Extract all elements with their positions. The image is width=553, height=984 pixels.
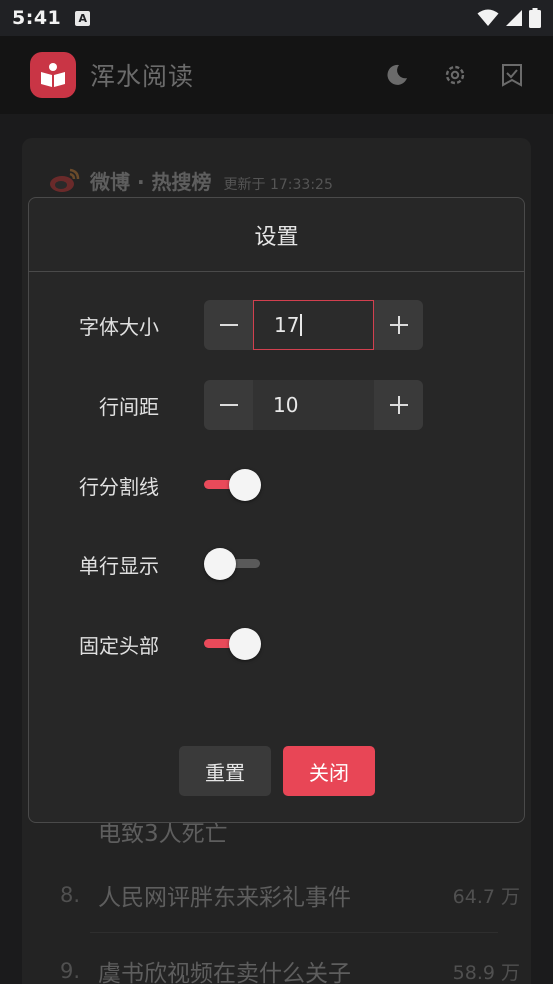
line-spacing-value: 10: [273, 393, 299, 417]
font-size-label: 字体大小: [79, 314, 159, 339]
battery-icon: [529, 8, 541, 28]
line-divider-row: 行分割线: [29, 460, 524, 510]
plus-icon: [389, 316, 408, 334]
settings-dialog: 设置 字体大小 17 行间距 10 行分割线 单行显示 固定头部 重置 关闭: [28, 197, 525, 823]
notification-icon: A: [75, 10, 91, 26]
toggle-thumb: [229, 469, 261, 501]
item-count: 58.9 万: [452, 961, 520, 984]
checklist-icon[interactable]: [501, 63, 523, 87]
text-caret: [300, 314, 302, 336]
fixed-header-label: 固定头部: [79, 633, 159, 658]
minus-icon: [219, 404, 238, 406]
app-logo-icon: [30, 52, 76, 98]
toggle-thumb: [204, 548, 236, 580]
card-updated-time: 更新于 17:33:25: [223, 176, 333, 193]
line-spacing-input[interactable]: 10: [253, 380, 374, 430]
font-size-stepper: 17: [204, 300, 423, 350]
weibo-icon: [50, 168, 80, 192]
status-bar: 5:41 A: [0, 0, 553, 36]
font-size-increase-button[interactable]: [374, 300, 423, 350]
app-title: 浑水阅读: [90, 62, 195, 91]
single-line-label: 单行显示: [79, 553, 159, 578]
signal-icon: [506, 10, 522, 26]
item-rank: 8.: [60, 883, 81, 907]
list-item[interactable]: 8. 人民网评胖东来彩礼事件 64.7 万: [60, 878, 520, 912]
dialog-title: 设置: [29, 198, 524, 272]
single-line-toggle[interactable]: [204, 546, 260, 582]
toggle-thumb: [229, 628, 261, 660]
line-spacing-label: 行间距: [99, 394, 159, 419]
fixed-header-row: 固定头部: [29, 619, 524, 669]
font-size-row: 字体大小 17: [29, 300, 524, 350]
close-button[interactable]: 关闭: [283, 746, 375, 796]
plus-icon: [389, 396, 408, 414]
single-line-row: 单行显示: [29, 539, 524, 589]
wifi-icon: [477, 9, 499, 26]
card-header: 微博 · 热搜榜 更新于 17:33:25: [48, 166, 333, 195]
line-spacing-row: 行间距 10: [29, 380, 524, 430]
gear-icon[interactable]: [443, 63, 467, 87]
fixed-header-toggle[interactable]: [204, 626, 261, 662]
item-count: 64.7 万: [452, 885, 520, 908]
line-spacing-stepper: 10: [204, 380, 423, 430]
status-time: 5:41: [12, 7, 62, 29]
minus-icon: [219, 324, 238, 326]
line-divider-label: 行分割线: [79, 474, 159, 499]
font-size-input[interactable]: 17: [253, 300, 374, 350]
line-spacing-decrease-button[interactable]: [204, 380, 253, 430]
status-icons: [477, 8, 541, 28]
line-divider-toggle[interactable]: [204, 467, 261, 503]
item-title: 虞书欣视频在卖什么关子: [98, 961, 351, 984]
reset-button[interactable]: 重置: [179, 746, 271, 796]
font-size-value: 17: [274, 313, 300, 337]
font-size-decrease-button[interactable]: [204, 300, 253, 350]
item-title: 人民网评胖东来彩礼事件: [98, 885, 351, 911]
list-divider: [90, 932, 498, 933]
card-source: 微博 · 热搜榜: [90, 170, 212, 194]
list-item[interactable]: 9. 虞书欣视频在卖什么关子 58.9 万: [60, 954, 520, 984]
line-spacing-increase-button[interactable]: [374, 380, 423, 430]
item-rank: 9.: [60, 959, 81, 983]
app-bar: 浑水阅读: [0, 36, 553, 114]
moon-icon[interactable]: [385, 63, 409, 87]
